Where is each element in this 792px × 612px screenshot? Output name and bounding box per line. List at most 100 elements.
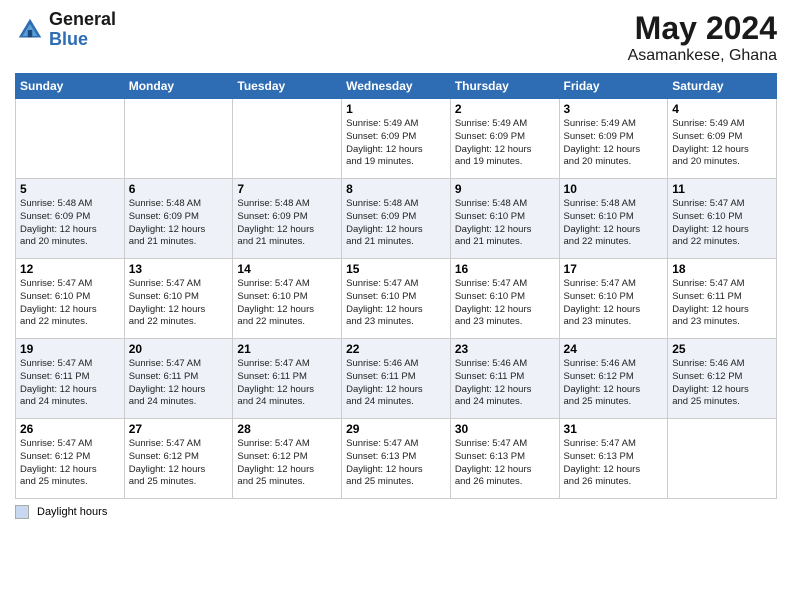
calendar-cell: 22 Sunrise: 5:46 AM Sunset: 6:11 PM Dayli… — [342, 339, 451, 419]
day-info: Sunrise: 5:47 AM Sunset: 6:10 PM Dayligh… — [346, 278, 446, 329]
day-info: Sunrise: 5:48 AM Sunset: 6:09 PM Dayligh… — [20, 198, 120, 249]
page: General Blue May 2024 Asamankese, Ghana … — [0, 0, 792, 612]
day-info: Sunrise: 5:49 AM Sunset: 6:09 PM Dayligh… — [672, 118, 772, 169]
calendar-cell: 25 Sunrise: 5:46 AM Sunset: 6:12 PM Dayli… — [668, 339, 777, 419]
calendar-cell: 7 Sunrise: 5:48 AM Sunset: 6:09 PM Daylig… — [233, 179, 342, 259]
day-info: Sunrise: 5:46 AM Sunset: 6:11 PM Dayligh… — [455, 358, 555, 409]
day-number: 26 — [20, 422, 120, 436]
day-info: Sunrise: 5:47 AM Sunset: 6:10 PM Dayligh… — [129, 278, 229, 329]
day-info: Sunrise: 5:47 AM Sunset: 6:11 PM Dayligh… — [672, 278, 772, 329]
day-number: 14 — [237, 262, 337, 276]
day-number: 18 — [672, 262, 772, 276]
day-number: 23 — [455, 342, 555, 356]
calendar-cell: 14Sunrise: 5:47 AM Sunset: 6:10 PM Dayli… — [233, 259, 342, 339]
day-number: 4 — [672, 102, 772, 116]
day-number: 8 — [346, 182, 446, 196]
day-info: Sunrise: 5:47 AM Sunset: 6:12 PM Dayligh… — [129, 438, 229, 489]
calendar-table: SundayMondayTuesdayWednesdayThursdayFrid… — [15, 73, 777, 499]
day-info: Sunrise: 5:47 AM Sunset: 6:13 PM Dayligh… — [564, 438, 664, 489]
day-number: 7 — [237, 182, 337, 196]
day-info: Sunrise: 5:47 AM Sunset: 6:11 PM Dayligh… — [20, 358, 120, 409]
calendar-cell: 5 Sunrise: 5:48 AM Sunset: 6:09 PM Daylig… — [16, 179, 125, 259]
logo-general-text: General — [49, 10, 116, 30]
calendar-cell: 15 Sunrise: 5:47 AM Sunset: 6:10 PM Dayli… — [342, 259, 451, 339]
day-number: 16 — [455, 262, 555, 276]
calendar-cell: 17 Sunrise: 5:47 AM Sunset: 6:10 PM Dayli… — [559, 259, 668, 339]
calendar-cell: 31 Sunrise: 5:47 AM Sunset: 6:13 PM Dayli… — [559, 419, 668, 499]
calendar-cell — [124, 99, 233, 179]
footer: Daylight hours — [15, 505, 777, 519]
day-info: Sunrise: 5:46 AM Sunset: 6:12 PM Dayligh… — [564, 358, 664, 409]
column-header-monday: Monday — [124, 74, 233, 99]
day-number: 5 — [20, 182, 120, 196]
day-info: Sunrise: 5:47 AM Sunset: 6:10 PM Dayligh… — [20, 278, 120, 329]
day-info: Sunrise: 5:48 AM Sunset: 6:09 PM Dayligh… — [346, 198, 446, 249]
day-number: 10 — [564, 182, 664, 196]
day-number: 25 — [672, 342, 772, 356]
logo-icon — [15, 15, 45, 45]
calendar-cell: 30Sunrise: 5:47 AM Sunset: 6:13 PM Dayli… — [450, 419, 559, 499]
day-number: 1 — [346, 102, 446, 116]
calendar-cell — [668, 419, 777, 499]
day-info: Sunrise: 5:48 AM Sunset: 6:10 PM Dayligh… — [455, 198, 555, 249]
day-number: 22 — [346, 342, 446, 356]
month-year: May 2024 — [628, 10, 777, 47]
day-info: Sunrise: 5:47 AM Sunset: 6:10 PM Dayligh… — [672, 198, 772, 249]
logo-blue-text: Blue — [49, 30, 116, 50]
calendar-cell — [233, 99, 342, 179]
calendar-cell: 24Sunrise: 5:46 AM Sunset: 6:12 PM Dayli… — [559, 339, 668, 419]
day-number: 13 — [129, 262, 229, 276]
column-header-tuesday: Tuesday — [233, 74, 342, 99]
day-number: 31 — [564, 422, 664, 436]
day-info: Sunrise: 5:49 AM Sunset: 6:09 PM Dayligh… — [346, 118, 446, 169]
day-number: 27 — [129, 422, 229, 436]
day-info: Sunrise: 5:47 AM Sunset: 6:11 PM Dayligh… — [237, 358, 337, 409]
day-info: Sunrise: 5:47 AM Sunset: 6:10 PM Dayligh… — [455, 278, 555, 329]
title-block: May 2024 Asamankese, Ghana — [628, 10, 777, 65]
calendar-cell: 4 Sunrise: 5:49 AM Sunset: 6:09 PM Daylig… — [668, 99, 777, 179]
column-header-saturday: Saturday — [668, 74, 777, 99]
calendar-cell: 6 Sunrise: 5:48 AM Sunset: 6:09 PM Daylig… — [124, 179, 233, 259]
day-info: Sunrise: 5:46 AM Sunset: 6:11 PM Dayligh… — [346, 358, 446, 409]
day-number: 20 — [129, 342, 229, 356]
day-info: Sunrise: 5:48 AM Sunset: 6:10 PM Dayligh… — [564, 198, 664, 249]
logo-text: General Blue — [49, 10, 116, 50]
day-info: Sunrise: 5:48 AM Sunset: 6:09 PM Dayligh… — [129, 198, 229, 249]
calendar-cell: 28 Sunrise: 5:47 AM Sunset: 6:12 PM Dayli… — [233, 419, 342, 499]
day-number: 2 — [455, 102, 555, 116]
calendar-cell: 1 Sunrise: 5:49 AM Sunset: 6:09 PM Daylig… — [342, 99, 451, 179]
column-header-thursday: Thursday — [450, 74, 559, 99]
day-number: 11 — [672, 182, 772, 196]
day-info: Sunrise: 5:47 AM Sunset: 6:12 PM Dayligh… — [237, 438, 337, 489]
day-info: Sunrise: 5:48 AM Sunset: 6:09 PM Dayligh… — [237, 198, 337, 249]
calendar-cell: 26 Sunrise: 5:47 AM Sunset: 6:12 PM Dayli… — [16, 419, 125, 499]
column-header-friday: Friday — [559, 74, 668, 99]
calendar-cell: 27 Sunrise: 5:47 AM Sunset: 6:12 PM Dayli… — [124, 419, 233, 499]
day-number: 19 — [20, 342, 120, 356]
calendar-cell: 3Sunrise: 5:49 AM Sunset: 6:09 PM Daylig… — [559, 99, 668, 179]
day-number: 15 — [346, 262, 446, 276]
day-number: 28 — [237, 422, 337, 436]
day-number: 12 — [20, 262, 120, 276]
calendar-cell: 2 Sunrise: 5:49 AM Sunset: 6:09 PM Daylig… — [450, 99, 559, 179]
calendar-cell: 21 Sunrise: 5:47 AM Sunset: 6:11 PM Dayli… — [233, 339, 342, 419]
day-number: 17 — [564, 262, 664, 276]
header: General Blue May 2024 Asamankese, Ghana — [15, 10, 777, 65]
daylight-legend-box — [15, 505, 29, 519]
day-info: Sunrise: 5:47 AM Sunset: 6:13 PM Dayligh… — [455, 438, 555, 489]
day-number: 9 — [455, 182, 555, 196]
calendar-cell: 19 Sunrise: 5:47 AM Sunset: 6:11 PM Dayli… — [16, 339, 125, 419]
day-number: 3 — [564, 102, 664, 116]
day-info: Sunrise: 5:46 AM Sunset: 6:12 PM Dayligh… — [672, 358, 772, 409]
calendar-cell: 11 Sunrise: 5:47 AM Sunset: 6:10 PM Dayli… — [668, 179, 777, 259]
day-number: 6 — [129, 182, 229, 196]
calendar-cell: 8 Sunrise: 5:48 AM Sunset: 6:09 PM Daylig… — [342, 179, 451, 259]
calendar-cell: 20Sunrise: 5:47 AM Sunset: 6:11 PM Dayli… — [124, 339, 233, 419]
day-info: Sunrise: 5:47 AM Sunset: 6:12 PM Dayligh… — [20, 438, 120, 489]
day-number: 21 — [237, 342, 337, 356]
day-info: Sunrise: 5:47 AM Sunset: 6:10 PM Dayligh… — [564, 278, 664, 329]
daylight-label: Daylight hours — [37, 506, 107, 518]
column-header-wednesday: Wednesday — [342, 74, 451, 99]
location: Asamankese, Ghana — [628, 47, 777, 65]
day-info: Sunrise: 5:49 AM Sunset: 6:09 PM Dayligh… — [455, 118, 555, 169]
